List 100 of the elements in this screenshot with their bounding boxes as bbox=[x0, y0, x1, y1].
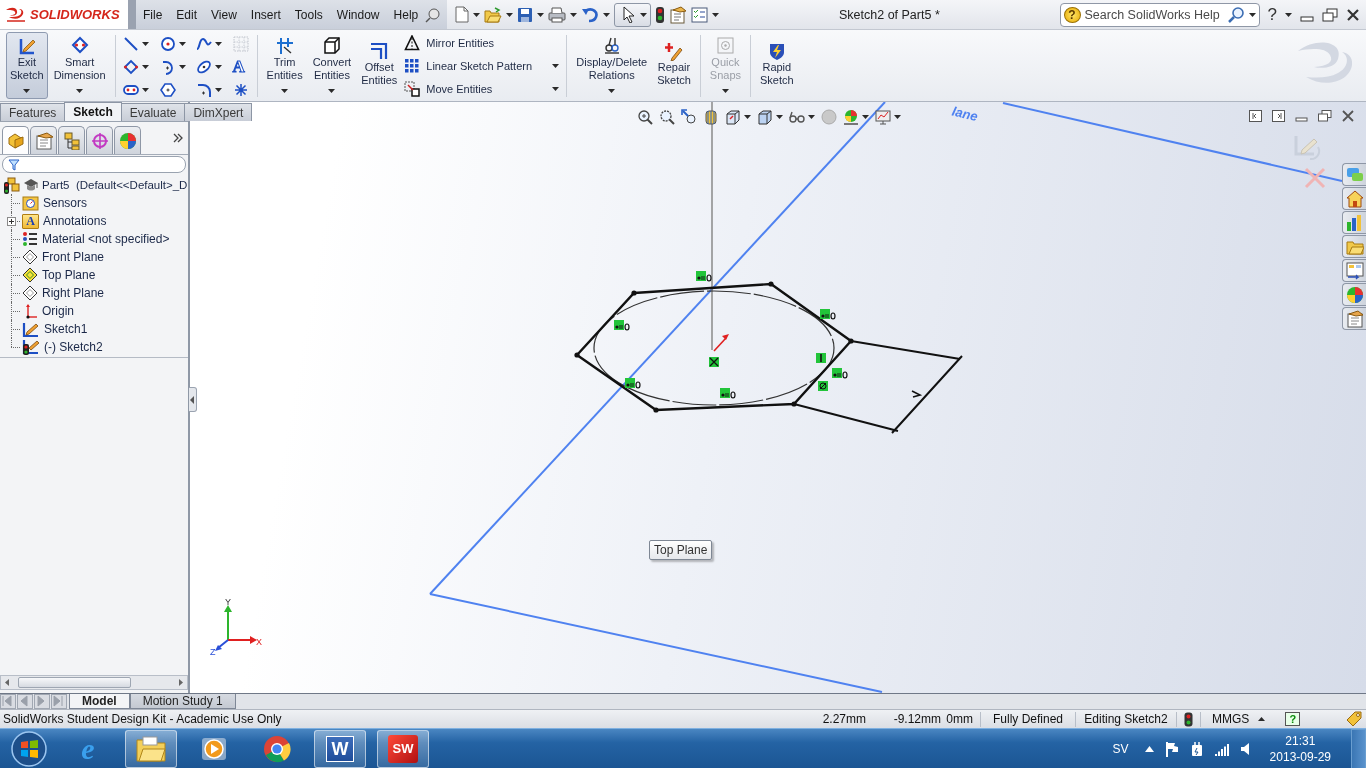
caret-icon[interactable] bbox=[808, 115, 815, 119]
panel-tab[interactable] bbox=[58, 126, 85, 154]
tab[interactable]: Evaluate bbox=[120, 103, 186, 121]
tree-item[interactable]: Origin bbox=[42, 304, 74, 318]
ribbon-button[interactable]: Smart Dimension bbox=[49, 32, 110, 99]
undo-icon[interactable] bbox=[581, 6, 600, 23]
close-icon[interactable] bbox=[1342, 110, 1354, 122]
select-button[interactable] bbox=[614, 2, 652, 27]
task-pane-tab[interactable] bbox=[1342, 259, 1366, 282]
caret-icon[interactable] bbox=[141, 64, 149, 69]
menu-item[interactable]: Window bbox=[329, 7, 387, 22]
caret-icon[interactable] bbox=[862, 115, 869, 119]
panel-tab[interactable] bbox=[114, 126, 141, 154]
taskbar-button[interactable]: W bbox=[314, 729, 366, 768]
caret-icon[interactable] bbox=[570, 12, 578, 17]
save-icon[interactable] bbox=[517, 6, 534, 23]
caret-icon[interactable] bbox=[744, 115, 751, 119]
caret-icon[interactable] bbox=[506, 12, 514, 17]
task-pane-tab[interactable] bbox=[1342, 211, 1366, 234]
traffic-light-icon[interactable] bbox=[655, 5, 666, 24]
ribbon-button[interactable]: Convert Entities bbox=[308, 32, 356, 99]
bottom-tab[interactable]: Model bbox=[69, 694, 130, 709]
ribbon-button[interactable]: Offset Entities bbox=[357, 32, 402, 99]
units-selector[interactable]: MMGS bbox=[1208, 712, 1270, 726]
ribbon-button[interactable]: Linear Sketch Pattern bbox=[402, 54, 563, 78]
line-icon[interactable] bbox=[122, 35, 139, 52]
clock[interactable]: 21:31 2013-09-29 bbox=[1261, 732, 1341, 765]
menu-item[interactable]: File bbox=[136, 7, 170, 22]
caret-icon[interactable] bbox=[141, 41, 149, 46]
help-button[interactable]: ? bbox=[1267, 4, 1277, 25]
tree-item[interactable]: Sensors bbox=[43, 196, 88, 210]
caret-icon[interactable] bbox=[214, 41, 222, 46]
options-icon[interactable] bbox=[669, 5, 688, 24]
menu-item[interactable]: Edit bbox=[169, 7, 205, 22]
caret-icon[interactable] bbox=[1285, 12, 1292, 17]
taskbar-button[interactable]: SW bbox=[377, 729, 429, 768]
caret-icon[interactable] bbox=[776, 115, 783, 119]
checklist-icon[interactable] bbox=[691, 6, 709, 23]
point-icon[interactable] bbox=[232, 81, 249, 98]
previous-view-icon[interactable] bbox=[681, 109, 697, 125]
fillet-icon[interactable] bbox=[195, 81, 212, 98]
tile-left-icon[interactable] bbox=[1249, 110, 1262, 122]
menu-item[interactable]: Insert bbox=[243, 7, 288, 22]
filter-field[interactable] bbox=[2, 156, 186, 173]
tab[interactable]: DimXpert bbox=[184, 103, 253, 121]
menu-item[interactable]: Help bbox=[386, 7, 426, 22]
caret-icon[interactable] bbox=[473, 12, 481, 17]
tree-item[interactable]: Top Plane bbox=[42, 268, 96, 282]
ribbon-button[interactable]: Mirror Entities bbox=[402, 32, 563, 55]
scrollbar-thumb[interactable] bbox=[18, 677, 131, 688]
ribbon-button[interactable]: Move Entities bbox=[402, 77, 563, 100]
caret-icon[interactable] bbox=[712, 12, 720, 17]
scene-icon[interactable] bbox=[843, 109, 859, 125]
zoom-fit-icon[interactable] bbox=[637, 109, 653, 125]
tab[interactable]: Features bbox=[0, 103, 66, 121]
search-field[interactable]: ? Search SolidWorks Help bbox=[1059, 3, 1260, 27]
section-view-icon[interactable] bbox=[703, 109, 719, 125]
caret-icon[interactable] bbox=[894, 115, 901, 119]
ribbon-button[interactable]: Repair Sketch bbox=[653, 32, 695, 99]
spline-icon[interactable] bbox=[195, 35, 212, 52]
task-pane-tab[interactable] bbox=[1342, 187, 1366, 210]
ribbon-button[interactable]: Trim Entities bbox=[262, 32, 307, 99]
tree-item[interactable]: (-) Sketch2 bbox=[44, 340, 103, 354]
ribbon-button[interactable]: Exit Sketch bbox=[6, 32, 48, 99]
double-chevron-icon[interactable] bbox=[173, 133, 183, 143]
polygon-icon[interactable] bbox=[159, 81, 176, 98]
bottom-tab[interactable]: Motion Study 1 bbox=[129, 694, 236, 709]
expand-icon[interactable] bbox=[7, 217, 16, 226]
flag-icon[interactable] bbox=[1163, 740, 1180, 757]
glasses-icon[interactable] bbox=[789, 109, 805, 125]
task-pane-tab[interactable] bbox=[1342, 283, 1366, 306]
tree-item[interactable]: Right Plane bbox=[42, 286, 105, 300]
language-indicator[interactable]: SV bbox=[1112, 741, 1135, 756]
caret-icon[interactable] bbox=[178, 64, 186, 69]
tree-item[interactable]: Annotations bbox=[43, 214, 107, 228]
restore-icon[interactable] bbox=[1322, 7, 1338, 22]
tree-item[interactable]: Material <not specified> bbox=[42, 232, 170, 246]
panel-tab[interactable] bbox=[86, 126, 113, 154]
help-button[interactable]: ? bbox=[1285, 712, 1301, 726]
ribbon-button[interactable]: Rapid Sketch bbox=[756, 32, 798, 99]
cancel-icon[interactable] bbox=[1304, 167, 1326, 189]
tree-item[interactable]: Part5 (Default<<Default>_D bbox=[42, 179, 188, 191]
caret-icon[interactable] bbox=[214, 87, 222, 92]
restore-icon[interactable] bbox=[1318, 110, 1332, 122]
tile-right-icon[interactable] bbox=[1272, 110, 1285, 122]
display-style-icon[interactable] bbox=[757, 109, 773, 125]
caret-icon[interactable] bbox=[178, 41, 186, 46]
speaker-icon[interactable] bbox=[1239, 740, 1252, 757]
signal-icon[interactable] bbox=[1213, 741, 1230, 756]
ellipse-icon[interactable] bbox=[195, 58, 212, 75]
tree-item[interactable]: Sketch1 bbox=[44, 322, 88, 336]
panel-tab[interactable] bbox=[30, 126, 57, 154]
pin-icon[interactable] bbox=[425, 6, 442, 23]
panel-tab[interactable] bbox=[2, 126, 29, 154]
caret-up-icon[interactable] bbox=[1144, 745, 1154, 752]
power-plug-icon[interactable] bbox=[1189, 740, 1204, 757]
tag-icon[interactable] bbox=[1346, 711, 1362, 727]
task-pane-tab[interactable] bbox=[1342, 235, 1366, 258]
view-orientation-icon[interactable] bbox=[725, 109, 741, 125]
menu-item[interactable]: Tools bbox=[287, 7, 330, 22]
